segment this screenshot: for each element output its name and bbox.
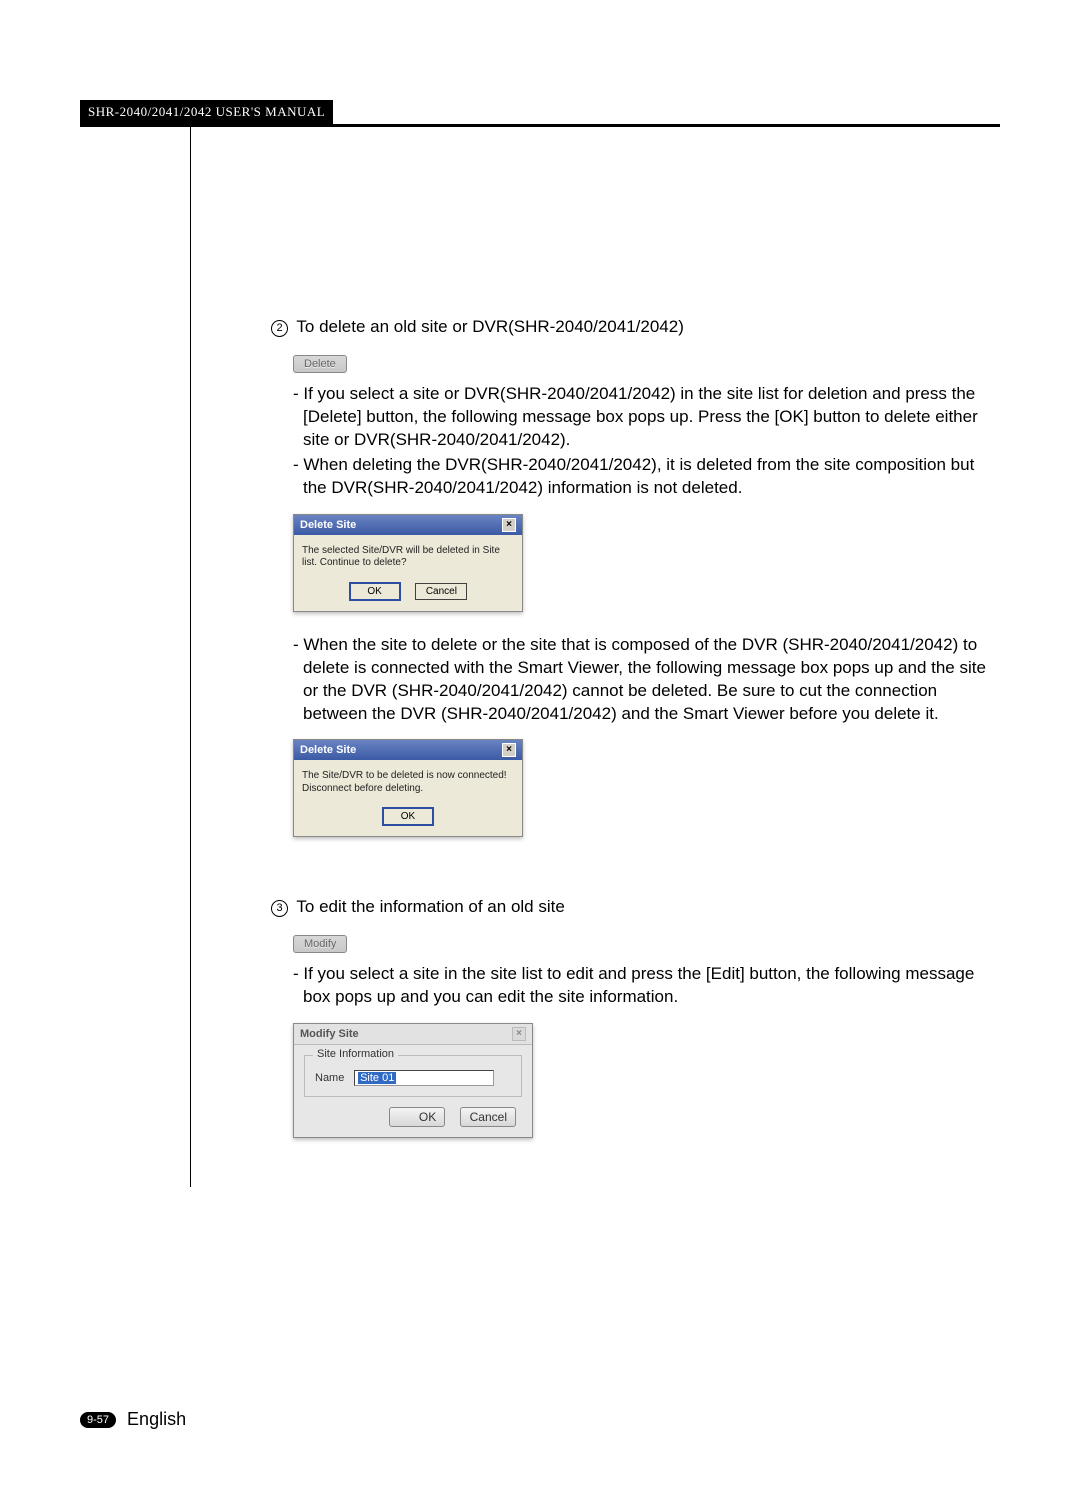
manual-header: SHR-2040/2041/2042 USER'S MANUAL bbox=[80, 100, 333, 124]
modify-ok-button[interactable]: OK bbox=[389, 1107, 445, 1127]
modify-cancel-button[interactable]: Cancel bbox=[460, 1107, 516, 1127]
page-language: English bbox=[127, 1409, 186, 1429]
dialog1-close-icon[interactable]: × bbox=[502, 518, 516, 532]
step2-bullets: - If you select a site or DVR(SHR-2040/2… bbox=[293, 383, 1000, 500]
name-field-row: Name Site 01 bbox=[315, 1070, 511, 1086]
delete-button[interactable]: Delete bbox=[293, 355, 347, 373]
step2-para2: - When deleting the DVR(SHR-2040/2041/20… bbox=[293, 454, 1000, 500]
step2-title: To delete an old site or DVR(SHR-2040/20… bbox=[296, 317, 683, 336]
dialog2-title: Delete Site bbox=[300, 744, 356, 756]
dialog1-cancel-button[interactable]: Cancel bbox=[415, 583, 467, 600]
delete-site-dialog-2: Delete Site × The Site/DVR to be deleted… bbox=[293, 739, 523, 837]
delete-site-dialog-1: Delete Site × The selected Site/DVR will… bbox=[293, 514, 523, 612]
modify-title: Modify Site bbox=[300, 1028, 359, 1040]
dialog2-titlebar: Delete Site × bbox=[294, 740, 522, 760]
site-information-group: Site Information Name Site 01 bbox=[304, 1055, 522, 1097]
name-input[interactable]: Site 01 bbox=[354, 1070, 494, 1086]
site-information-legend: Site Information bbox=[313, 1048, 398, 1060]
modify-button[interactable]: Modify bbox=[293, 935, 347, 953]
step2-para1: - If you select a site or DVR(SHR-2040/2… bbox=[293, 383, 1000, 452]
step2-bullets-2: - When the site to delete or the site th… bbox=[293, 634, 1000, 726]
name-label: Name bbox=[315, 1072, 351, 1084]
dialog2-close-icon[interactable]: × bbox=[502, 743, 516, 757]
step3-bullets: - If you select a site in the site list … bbox=[293, 963, 1000, 1009]
step3-para1: - If you select a site in the site list … bbox=[293, 963, 1000, 1009]
name-input-value: Site 01 bbox=[358, 1072, 396, 1084]
dialog2-buttons: OK bbox=[294, 803, 522, 836]
content-column: 2 To delete an old site or DVR(SHR-2040/… bbox=[190, 127, 1000, 1187]
dialog1-ok-button[interactable]: OK bbox=[349, 582, 401, 601]
modify-buttons: OK Cancel bbox=[294, 1107, 532, 1137]
dialog2-message: The Site/DVR to be deleted is now connec… bbox=[294, 760, 522, 803]
step2-para3: - When the site to delete or the site th… bbox=[293, 634, 1000, 726]
step2-number: 2 bbox=[271, 320, 288, 337]
dialog1-title: Delete Site bbox=[300, 519, 356, 531]
dialog1-message: The selected Site/DVR will be deleted in… bbox=[294, 535, 522, 578]
page-footer: 9-57 English bbox=[80, 1409, 186, 1430]
modify-titlebar: Modify Site × bbox=[294, 1024, 532, 1045]
dialog1-titlebar: Delete Site × bbox=[294, 515, 522, 535]
step3-title: To edit the information of an old site bbox=[296, 897, 564, 916]
step3-heading: 3 To edit the information of an old site bbox=[271, 897, 1000, 917]
dialog1-buttons: OK Cancel bbox=[294, 578, 522, 611]
step2-heading: 2 To delete an old site or DVR(SHR-2040/… bbox=[271, 317, 1000, 337]
dialog2-ok-button[interactable]: OK bbox=[382, 807, 434, 826]
modify-site-dialog: Modify Site × Site Information Name Site… bbox=[293, 1023, 533, 1138]
page-number-badge: 9-57 bbox=[80, 1412, 116, 1428]
modify-close-icon[interactable]: × bbox=[512, 1027, 526, 1041]
step3-number: 3 bbox=[271, 900, 288, 917]
